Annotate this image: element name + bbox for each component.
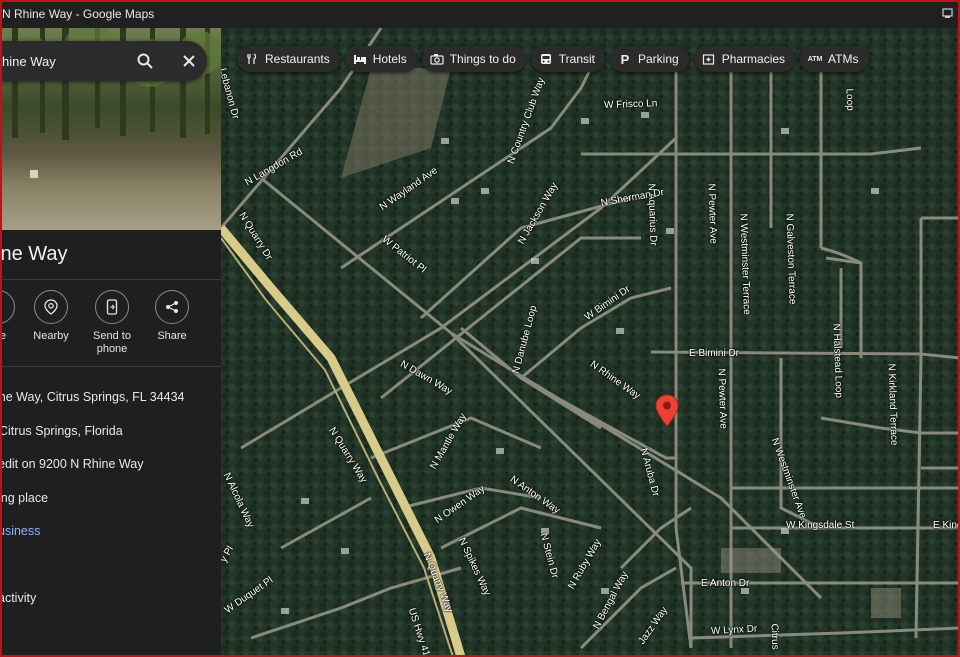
- pharmacy-icon: [702, 52, 716, 66]
- chip-restaurants[interactable]: Restaurants: [237, 46, 340, 72]
- bus-icon: [539, 52, 553, 66]
- window-menu-icon[interactable]: [942, 7, 954, 19]
- nearby-action[interactable]: Nearby: [23, 290, 79, 342]
- road-label: N Pewter Ave: [705, 183, 719, 245]
- add-missing-place-row[interactable]: ing place: [0, 491, 48, 505]
- search-bar: [0, 41, 207, 81]
- close-button[interactable]: [177, 49, 201, 73]
- add-business-link[interactable]: usiness: [0, 524, 40, 538]
- road-label: W Kingsdale St: [786, 520, 855, 531]
- search-button[interactable]: [133, 49, 157, 73]
- share-action[interactable]: Share: [144, 290, 200, 342]
- chip-transit[interactable]: Transit: [530, 46, 605, 72]
- chip-atms[interactable]: ATM ATMs: [800, 46, 869, 72]
- search-icon: [137, 53, 153, 69]
- parking-icon: P: [620, 51, 630, 67]
- map-canvas[interactable]: Lebanon Dr N Langdon Rd N Quarry Dr N Wa…: [221, 28, 960, 657]
- address-row[interactable]: ine Way, Citrus Springs, FL 34434: [0, 390, 185, 404]
- road-label: Loop: [843, 88, 856, 111]
- road-label: E Anton Dr: [701, 578, 750, 589]
- chip-pharmacies[interactable]: Pharmacies: [693, 46, 796, 72]
- suggest-edit-row[interactable]: edit on 9200 N Rhine Way: [0, 457, 143, 471]
- share-icon: [155, 290, 189, 324]
- place-panel: ine Way e Nearby Send to phone Share ine…: [0, 28, 221, 657]
- location-pin-icon[interactable]: [655, 394, 679, 428]
- locality-row[interactable]: Citrus Springs, Florida: [0, 424, 123, 438]
- bed-icon: [353, 52, 367, 66]
- road-label: Citrus: [768, 623, 781, 650]
- title-bar: N Rhine Way - Google Maps: [0, 0, 960, 28]
- place-title: ine Way: [0, 243, 68, 265]
- divider: [0, 279, 221, 280]
- road-label: E Bimini Dr: [689, 348, 740, 359]
- road-label: N Pewter Ave: [715, 368, 729, 430]
- road-label: W Frisco Ln: [603, 98, 658, 111]
- divider: [0, 366, 221, 367]
- category-chips: Restaurants Hotels Things to do Transit …: [237, 46, 869, 72]
- red-dot-marker: [0, 558, 1, 566]
- road-label: E King: [933, 520, 960, 531]
- window-title: N Rhine Way - Google Maps: [2, 7, 155, 21]
- chip-hotels[interactable]: Hotels: [344, 46, 417, 72]
- fork-knife-icon: [245, 52, 259, 66]
- camera-icon: [430, 52, 444, 66]
- close-icon: [183, 55, 195, 67]
- chip-parking[interactable]: P Parking: [610, 46, 689, 72]
- search-input[interactable]: [0, 52, 124, 70]
- nearby-icon: [34, 290, 68, 324]
- activity-row[interactable]: activity: [0, 591, 36, 605]
- send-to-phone-action[interactable]: Send to phone: [84, 290, 140, 356]
- directions-icon: [0, 290, 15, 324]
- phone-icon: [95, 290, 129, 324]
- atm-icon: ATM: [807, 55, 823, 63]
- chip-things-to-do[interactable]: Things to do: [421, 46, 526, 72]
- action-row: e Nearby Send to phone Share: [0, 290, 221, 360]
